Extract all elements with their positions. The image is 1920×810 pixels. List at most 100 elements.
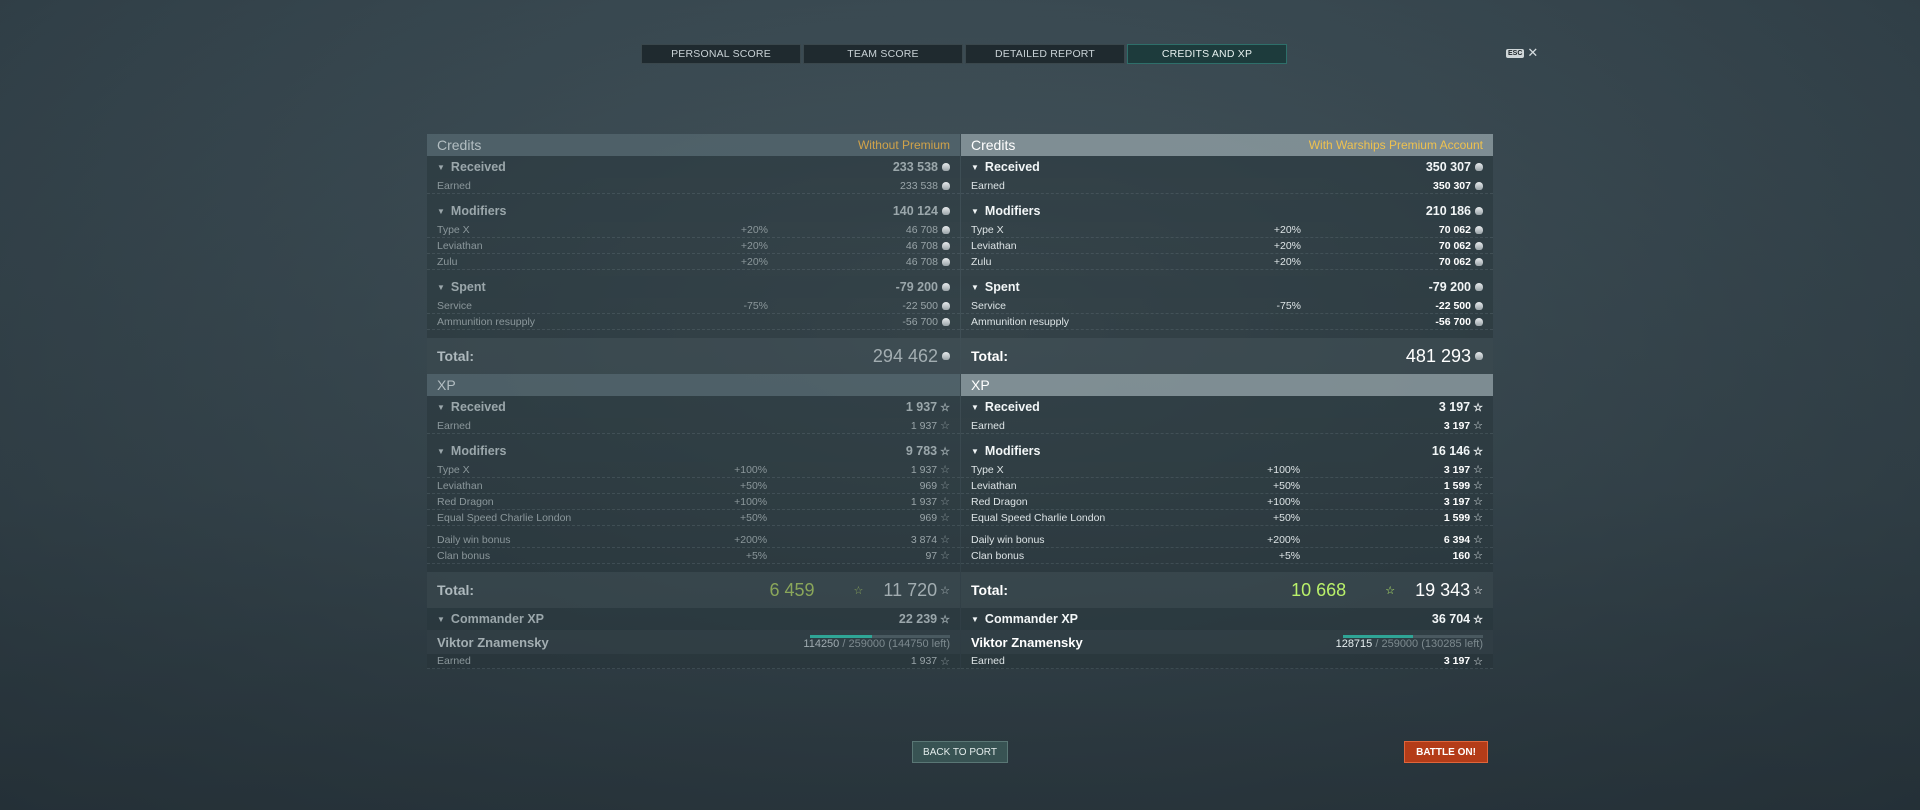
detail-value: -56 700	[902, 315, 938, 328]
detail-percent: +20%	[740, 239, 768, 252]
detail-name: Leviathan	[971, 479, 1017, 492]
received-header[interactable]: ▼ Received 233 538	[427, 156, 960, 178]
xp-star-icon: ☆	[1473, 655, 1483, 668]
captain-row: Viktor Znamensky 114250 / 259000 (144750 …	[427, 630, 960, 654]
tab-credits-and-xp[interactable]: CREDITS AND XP	[1127, 44, 1287, 64]
spacer	[427, 564, 960, 572]
captain-name: Viktor Znamensky	[437, 634, 549, 650]
detail-name: Earned	[437, 179, 471, 192]
xp-modifiers-value: 9 783	[905, 444, 938, 458]
xp-total: Total: 10 668 ☆ 19 343 ☆	[961, 572, 1493, 608]
received-header[interactable]: ▼ Received 350 307	[961, 156, 1493, 178]
xp-star-icon: ☆	[940, 584, 950, 597]
collapse-triangle-icon: ▼	[437, 614, 445, 624]
xp-header: XP	[427, 374, 960, 396]
xp-received-header[interactable]: ▼ Received 3 197 ☆	[961, 396, 1493, 418]
battle-on-button[interactable]: BATTLE ON!	[1404, 741, 1488, 763]
credits-icon	[942, 225, 950, 234]
detail-percent: +100%	[734, 495, 768, 508]
modifiers-header[interactable]: ▼ Modifiers 140 124	[427, 200, 960, 222]
detail-name: Red Dragon	[437, 495, 494, 508]
progress-current: 128715	[1335, 637, 1373, 650]
xp-star-icon: ☆	[940, 420, 950, 432]
xp-received-label: Received	[984, 400, 1040, 414]
captain-progress: 128715 / 259000 (130285 left)	[1335, 634, 1483, 650]
credits-icon	[1475, 317, 1483, 326]
detail-row: Ammunition resupply -56 700	[961, 314, 1493, 330]
detail-row: Type X +100% 1 937 ☆	[427, 462, 960, 478]
detail-percent: +100%	[734, 463, 768, 476]
commander-xp-header[interactable]: ▼ Commander XP 22 239 ☆	[427, 608, 960, 630]
modifiers-value: 140 124	[892, 204, 938, 218]
detail-row: Red Dragon +100% 1 937 ☆	[427, 494, 960, 510]
detail-row: Ammunition resupply -56 700	[427, 314, 960, 330]
detail-value: 350 307	[1433, 179, 1471, 192]
detail-name: Equal Speed Charlie London	[971, 511, 1106, 524]
detail-name: Zulu	[437, 255, 458, 268]
xp-modifiers-header[interactable]: ▼ Modifiers 9 783 ☆	[427, 440, 960, 462]
xp-star-icon: ☆	[1473, 534, 1483, 546]
collapse-triangle-icon: ▼	[971, 206, 979, 216]
detail-value: 1 937	[910, 463, 938, 476]
progress-fill	[810, 634, 872, 638]
received-value: 350 307	[1425, 160, 1471, 174]
modifiers-label: Modifiers	[984, 204, 1041, 218]
detail-value: 3 197	[1443, 655, 1471, 667]
detail-row: Daily win bonus +200% 6 394 ☆	[961, 532, 1493, 548]
xp-star-icon: ☆	[940, 534, 950, 546]
detail-value: 3 874	[910, 533, 938, 546]
spent-header[interactable]: ▼ Spent -79 200	[427, 276, 960, 298]
credits-header: Credits Without Premium	[427, 134, 960, 156]
received-value: 233 538	[892, 160, 938, 174]
close-button[interactable]: ESC ✕	[1506, 45, 1538, 61]
cut-off-row: Earned 3 197 ☆	[961, 654, 1493, 669]
detail-name: Earned	[971, 655, 1005, 667]
commander-xp-header[interactable]: ▼ Commander XP 36 704 ☆	[961, 608, 1493, 630]
detail-row: Earned 350 307	[961, 178, 1493, 194]
total-label: Total:	[437, 348, 475, 364]
detail-name: Clan bonus	[971, 549, 1025, 562]
detail-value: 233 538	[900, 179, 938, 192]
collapse-triangle-icon: ▼	[971, 402, 979, 412]
credits-icon	[942, 283, 950, 291]
xp-modifiers-header[interactable]: ▼ Modifiers 16 146 ☆	[961, 440, 1493, 462]
xp-star-icon: ☆	[940, 550, 950, 562]
credits-icon	[942, 257, 950, 266]
modifiers-value: 210 186	[1425, 204, 1471, 218]
detail-percent: +5%	[1278, 549, 1301, 562]
spent-header[interactable]: ▼ Spent -79 200	[961, 276, 1493, 298]
xp-star-icon: ☆	[940, 480, 950, 492]
detail-name: Daily win bonus	[437, 533, 511, 546]
total-label: Total:	[437, 582, 475, 598]
commander-label: Commander XP	[450, 612, 545, 626]
tab-team-score[interactable]: TEAM SCORE	[803, 44, 963, 64]
free-xp-total: 10 668	[1291, 579, 1347, 600]
spacer	[961, 564, 1493, 572]
detail-value: 969	[919, 479, 938, 492]
credits-icon	[942, 181, 950, 190]
premium-status: With Warships Premium Account	[1308, 138, 1483, 152]
detail-row: Earned 233 538	[427, 178, 960, 194]
back-to-port-button[interactable]: BACK TO PORT	[912, 741, 1008, 763]
xp-star-icon: ☆	[1473, 445, 1483, 458]
detail-name: Type X	[437, 463, 470, 476]
detail-row: Type X +20% 70 062	[961, 222, 1493, 238]
xp-received-header[interactable]: ▼ Received 1 937 ☆	[427, 396, 960, 418]
credits-icon	[1475, 225, 1483, 234]
xp-star-icon: ☆	[1473, 584, 1483, 597]
progress-total: / 259000 (130285 left)	[1372, 637, 1483, 650]
detail-value: 1 937	[910, 655, 938, 667]
xp-title: XP	[437, 377, 456, 393]
xp-star-icon: ☆	[1473, 550, 1483, 562]
tab-detailed-report[interactable]: DETAILED REPORT	[965, 44, 1125, 64]
collapse-triangle-icon: ▼	[971, 162, 979, 172]
detail-row: Zulu +20% 70 062	[961, 254, 1493, 270]
detail-row: Equal Speed Charlie London +50% 1 599 ☆	[961, 510, 1493, 526]
detail-value: 46 708	[905, 255, 938, 268]
tab-personal-score[interactable]: PERSONAL SCORE	[641, 44, 801, 64]
credits-icon	[1475, 352, 1483, 360]
captain-name: Viktor Znamensky	[971, 634, 1083, 650]
modifiers-header[interactable]: ▼ Modifiers 210 186	[961, 200, 1493, 222]
credits-icon	[942, 352, 950, 360]
xp-star-icon: ☆	[940, 655, 950, 668]
